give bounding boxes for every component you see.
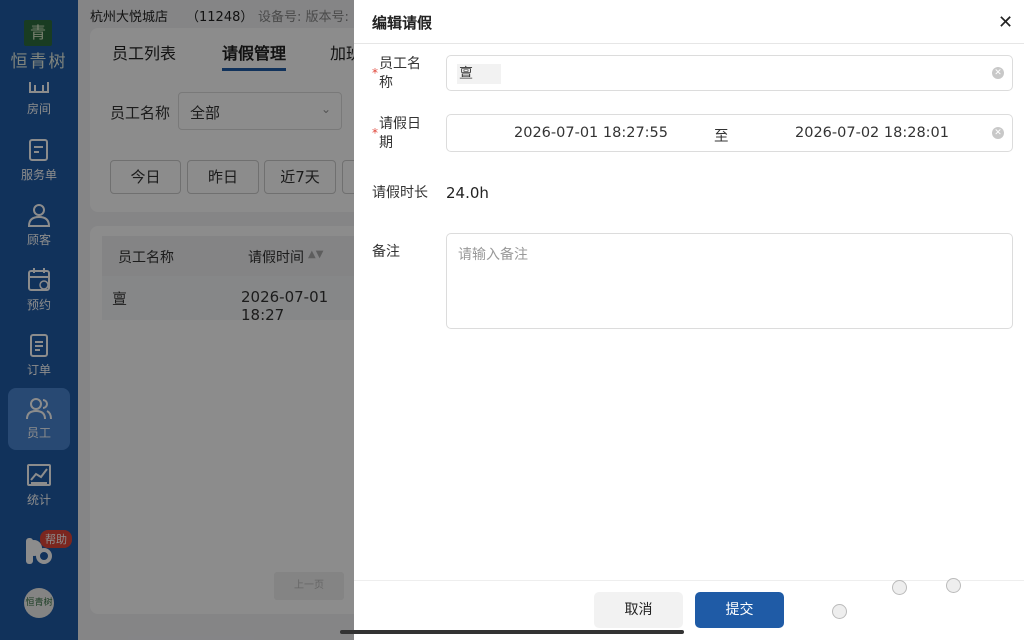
remark-textarea[interactable]: 请输入备注	[446, 233, 1013, 329]
assistive-dot	[892, 580, 907, 595]
assistive-dot	[946, 578, 961, 593]
end-date-input[interactable]: 2026-07-02 18:28:01	[795, 125, 949, 141]
submit-button[interactable]: 提交	[695, 592, 784, 628]
header-divider	[354, 43, 1024, 44]
clear-icon[interactable]: ✕	[992, 67, 1004, 79]
employee-name-value: 亶	[457, 64, 501, 84]
required-mark: *	[372, 126, 378, 140]
leave-duration-label: 请假时长	[372, 185, 428, 201]
start-date-input[interactable]: 2026-07-01 18:27:55	[514, 125, 668, 141]
date-range-separator: 至	[714, 129, 729, 145]
drawer-title: 编辑请假	[372, 14, 433, 32]
required-mark: *	[372, 66, 378, 80]
home-indicator[interactable]	[340, 630, 684, 634]
cancel-button[interactable]: 取消	[594, 592, 683, 628]
employee-name-field[interactable]: 亶 ✕	[446, 55, 1013, 91]
leave-duration-value: 24.0h	[446, 184, 489, 202]
leave-date-label: 请假日期	[379, 116, 421, 151]
clear-icon[interactable]: ✕	[992, 127, 1004, 139]
employee-name-label: 员工名称	[379, 56, 421, 91]
remark-label: 备注	[372, 244, 400, 260]
footer-divider	[354, 580, 1024, 581]
close-icon[interactable]: ✕	[998, 12, 1013, 33]
assistive-dot	[832, 604, 847, 619]
leave-date-range-field[interactable]: 2026-07-01 18:27:55 至 2026-07-02 18:28:0…	[446, 114, 1013, 152]
edit-leave-drawer: 编辑请假 ✕ * 员工名称 亶 ✕ * 请假日期 2026-07-01 18:2…	[354, 0, 1024, 640]
